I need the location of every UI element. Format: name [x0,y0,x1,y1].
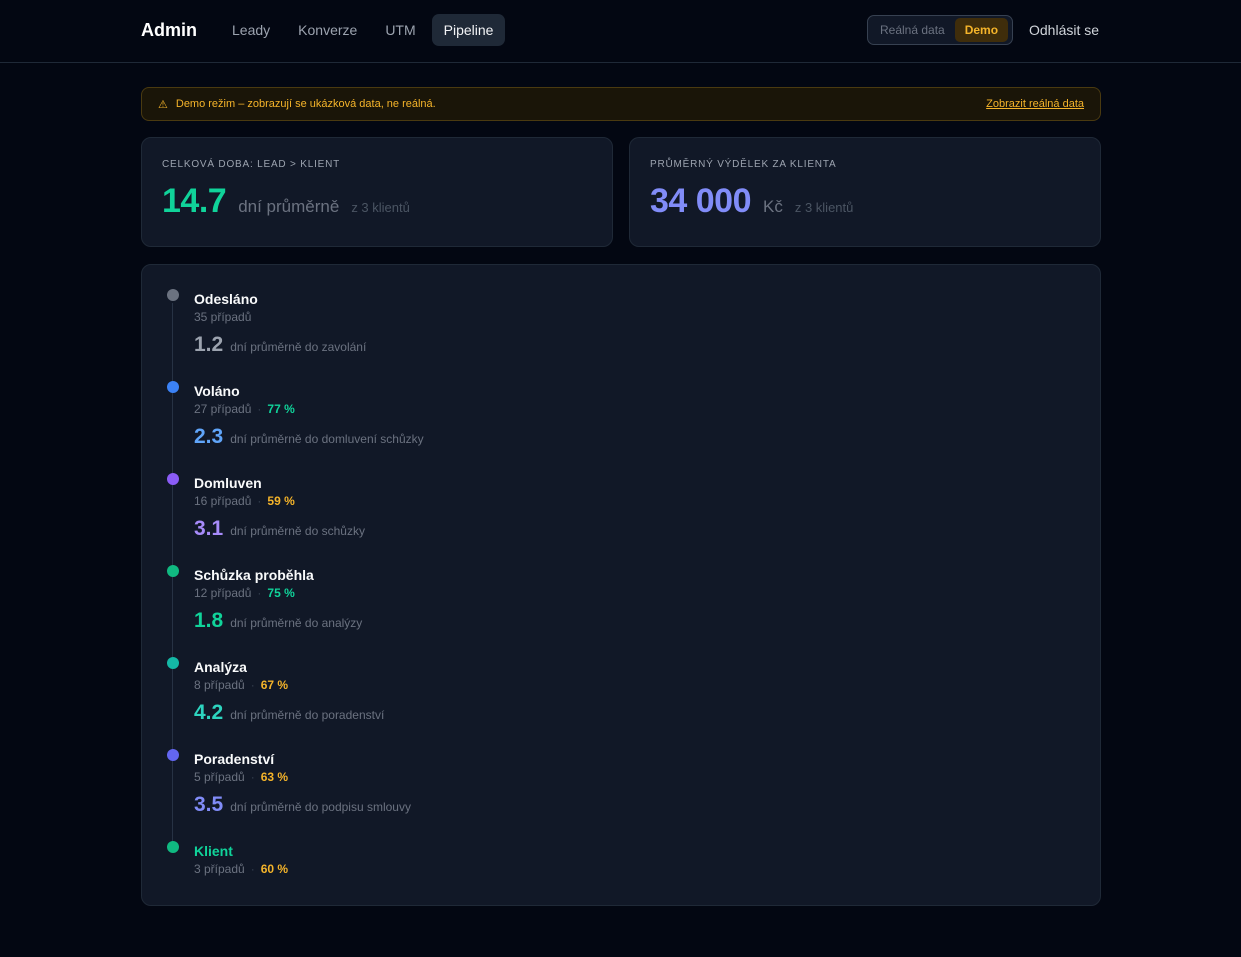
stage-average-days: 3.1 [194,517,224,540]
stage-average-label: dní průměrně do schůzky [230,524,365,538]
stage-count: 3 případů [194,862,245,876]
show-real-data-link[interactable]: Zobrazit reálná data [986,98,1084,110]
stage-conversion-rate: 60 % [260,862,289,876]
main-nav: Leady Konverze UTM Pipeline [220,14,506,46]
stage-count: 27 případů [194,402,252,416]
stage-dot-icon [167,749,179,761]
stage-meta: 3 případů · 60 % [194,862,288,876]
average-earnings-card: Průměrný výdělek za klienta 34 000 Kč z … [629,137,1101,247]
stage-name: Poradenství [194,751,275,767]
nav-item-leady[interactable]: Leady [220,14,282,46]
pipeline-timeline: Odesláno 35 případů 1.2 dní průměrně do zav… [141,264,1101,906]
demo-banner: ⚠ Demo režim – zobrazují se ukázková dat… [141,87,1101,121]
real-data-option[interactable]: Reálná data [870,18,955,42]
stage-average: 4.2 dní průměrně do poradenství [194,701,384,725]
stage-average: 1.8 dní průměrně do analýzy [194,609,362,633]
stage-count: 16 případů [194,494,252,508]
total-duration-sub: z 3 klientů [351,200,410,215]
stage-count: 5 případů [194,770,245,784]
top-navigation: Admin Leady Konverze UTM Pipeline Reálná… [0,0,1241,63]
separator-dot: · [250,862,255,876]
stage-average-days: 3.5 [194,793,224,816]
stage-name: Odesláno [194,291,258,307]
stage-average-label: dní průměrně do zavolání [230,340,367,354]
stage-dot-icon [167,473,179,485]
warning-icon: ⚠ [158,98,168,111]
stage-name: Analýza [194,659,247,675]
stage-average: 3.5 dní průměrně do podpisu smlouvy [194,793,411,817]
stage-conversion-rate: 77 % [267,402,295,416]
stage-count: 8 případů [194,678,245,692]
stage-dot-icon [167,289,179,301]
stage-name: Domluven [194,475,262,491]
separator-dot: · [257,402,262,416]
stage-count: 12 případů [194,586,252,600]
stage-average: 2.3 dní průměrně do domluvení schůzky [194,425,424,449]
logout-button[interactable]: Odhlásit se [1029,22,1099,38]
stage-meta: 27 případů · 77 % [194,402,295,416]
stage-average: 3.1 dní průměrně do schůzky [194,517,365,541]
stage-dot-icon [167,381,179,393]
data-mode-toggle: Reálná data Demo [867,15,1013,45]
average-earnings-sub: z 3 klientů [794,200,854,215]
stage-meta: 8 případů · 67 % [194,678,288,692]
stage-average-days: 2.3 [194,425,224,448]
nav-item-pipeline[interactable]: Pipeline [431,14,506,46]
stage-average-label: dní průměrně do analýzy [230,616,363,630]
separator-dot: · [250,770,255,784]
stage-name: Schůzka proběhla [194,567,314,583]
separator-dot: · [257,586,262,600]
nav-item-utm[interactable]: UTM [373,14,427,46]
stage-name: Klient [194,843,233,859]
stage-conversion-rate: 63 % [260,770,289,784]
separator-dot: · [250,678,255,692]
separator-dot: · [257,494,262,508]
stage-conversion-rate: 67 % [260,678,289,692]
stage-name: Voláno [194,383,240,399]
average-earnings-value: 34 000 [650,182,752,220]
stage-meta: 12 případů · 75 % [194,586,295,600]
stage-average: 1.2 dní průměrně do zavolání [194,333,366,357]
stage-dot-icon [167,841,179,853]
total-duration-card: Celková doba: Lead > Klient 14.7 dní prů… [141,137,613,247]
total-duration-unit: dní průměrně [238,197,340,216]
stage-conversion-rate: 75 % [267,586,295,600]
stage-meta: 16 případů · 59 % [194,494,295,508]
nav-item-konverze[interactable]: Konverze [286,14,369,46]
stage-count: 35 případů [194,310,252,324]
stage-average-label: dní průměrně do podpisu smlouvy [230,800,411,814]
stage-average-label: dní průměrně do poradenství [230,708,385,722]
demo-option[interactable]: Demo [954,18,1009,42]
brand-title: Admin [141,20,197,40]
total-duration-value: 14.7 [162,182,227,220]
stage-average-days: 4.2 [194,701,224,724]
stage-conversion-rate: 59 % [267,494,295,508]
stage-dot-icon [167,657,179,669]
average-earnings-label: Průměrný výdělek za klienta [650,159,837,170]
stage-average-days: 1.2 [194,333,224,356]
stage-dot-icon [167,565,179,577]
demo-banner-text: Demo režim – zobrazují se ukázková data,… [175,98,436,110]
stage-average-days: 1.8 [194,609,224,632]
stage-meta: 5 případů · 63 % [194,770,288,784]
stage-average-label: dní průměrně do domluvení schůzky [230,432,424,446]
total-duration-label: Celková doba: Lead > Klient [162,159,341,170]
stage-meta: 35 případů [194,310,251,324]
average-earnings-unit: Kč [763,197,783,216]
